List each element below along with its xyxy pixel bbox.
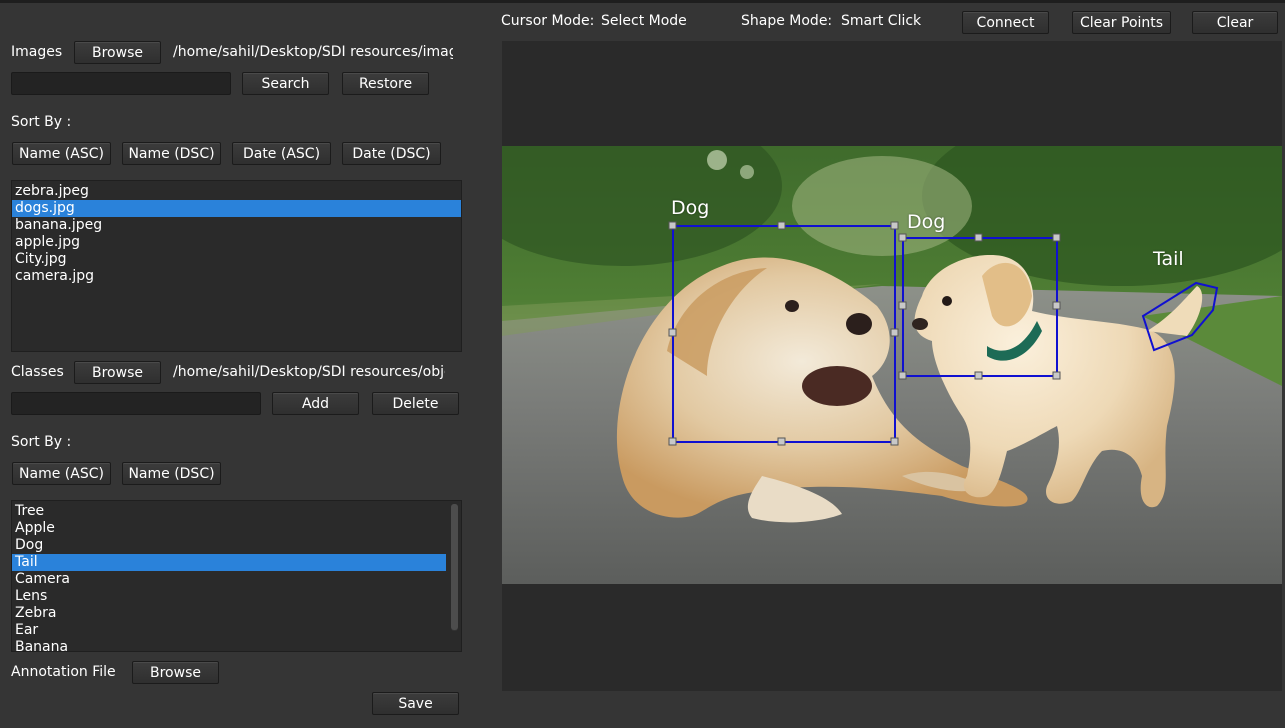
annotation-label-dog-1: Dog xyxy=(671,197,710,219)
annotation-label-dog-2: Dog xyxy=(907,211,946,233)
dog-box-1[interactable] xyxy=(672,225,896,443)
annotation-overlay[interactable] xyxy=(0,0,1285,728)
dog-box-2[interactable] xyxy=(902,237,1058,377)
annotation-label-tail: Tail xyxy=(1153,248,1184,270)
tail-polygon[interactable] xyxy=(1141,281,1219,352)
dog-box-2-handles[interactable] xyxy=(898,233,1061,380)
dog-box-1-handles[interactable] xyxy=(668,221,899,446)
